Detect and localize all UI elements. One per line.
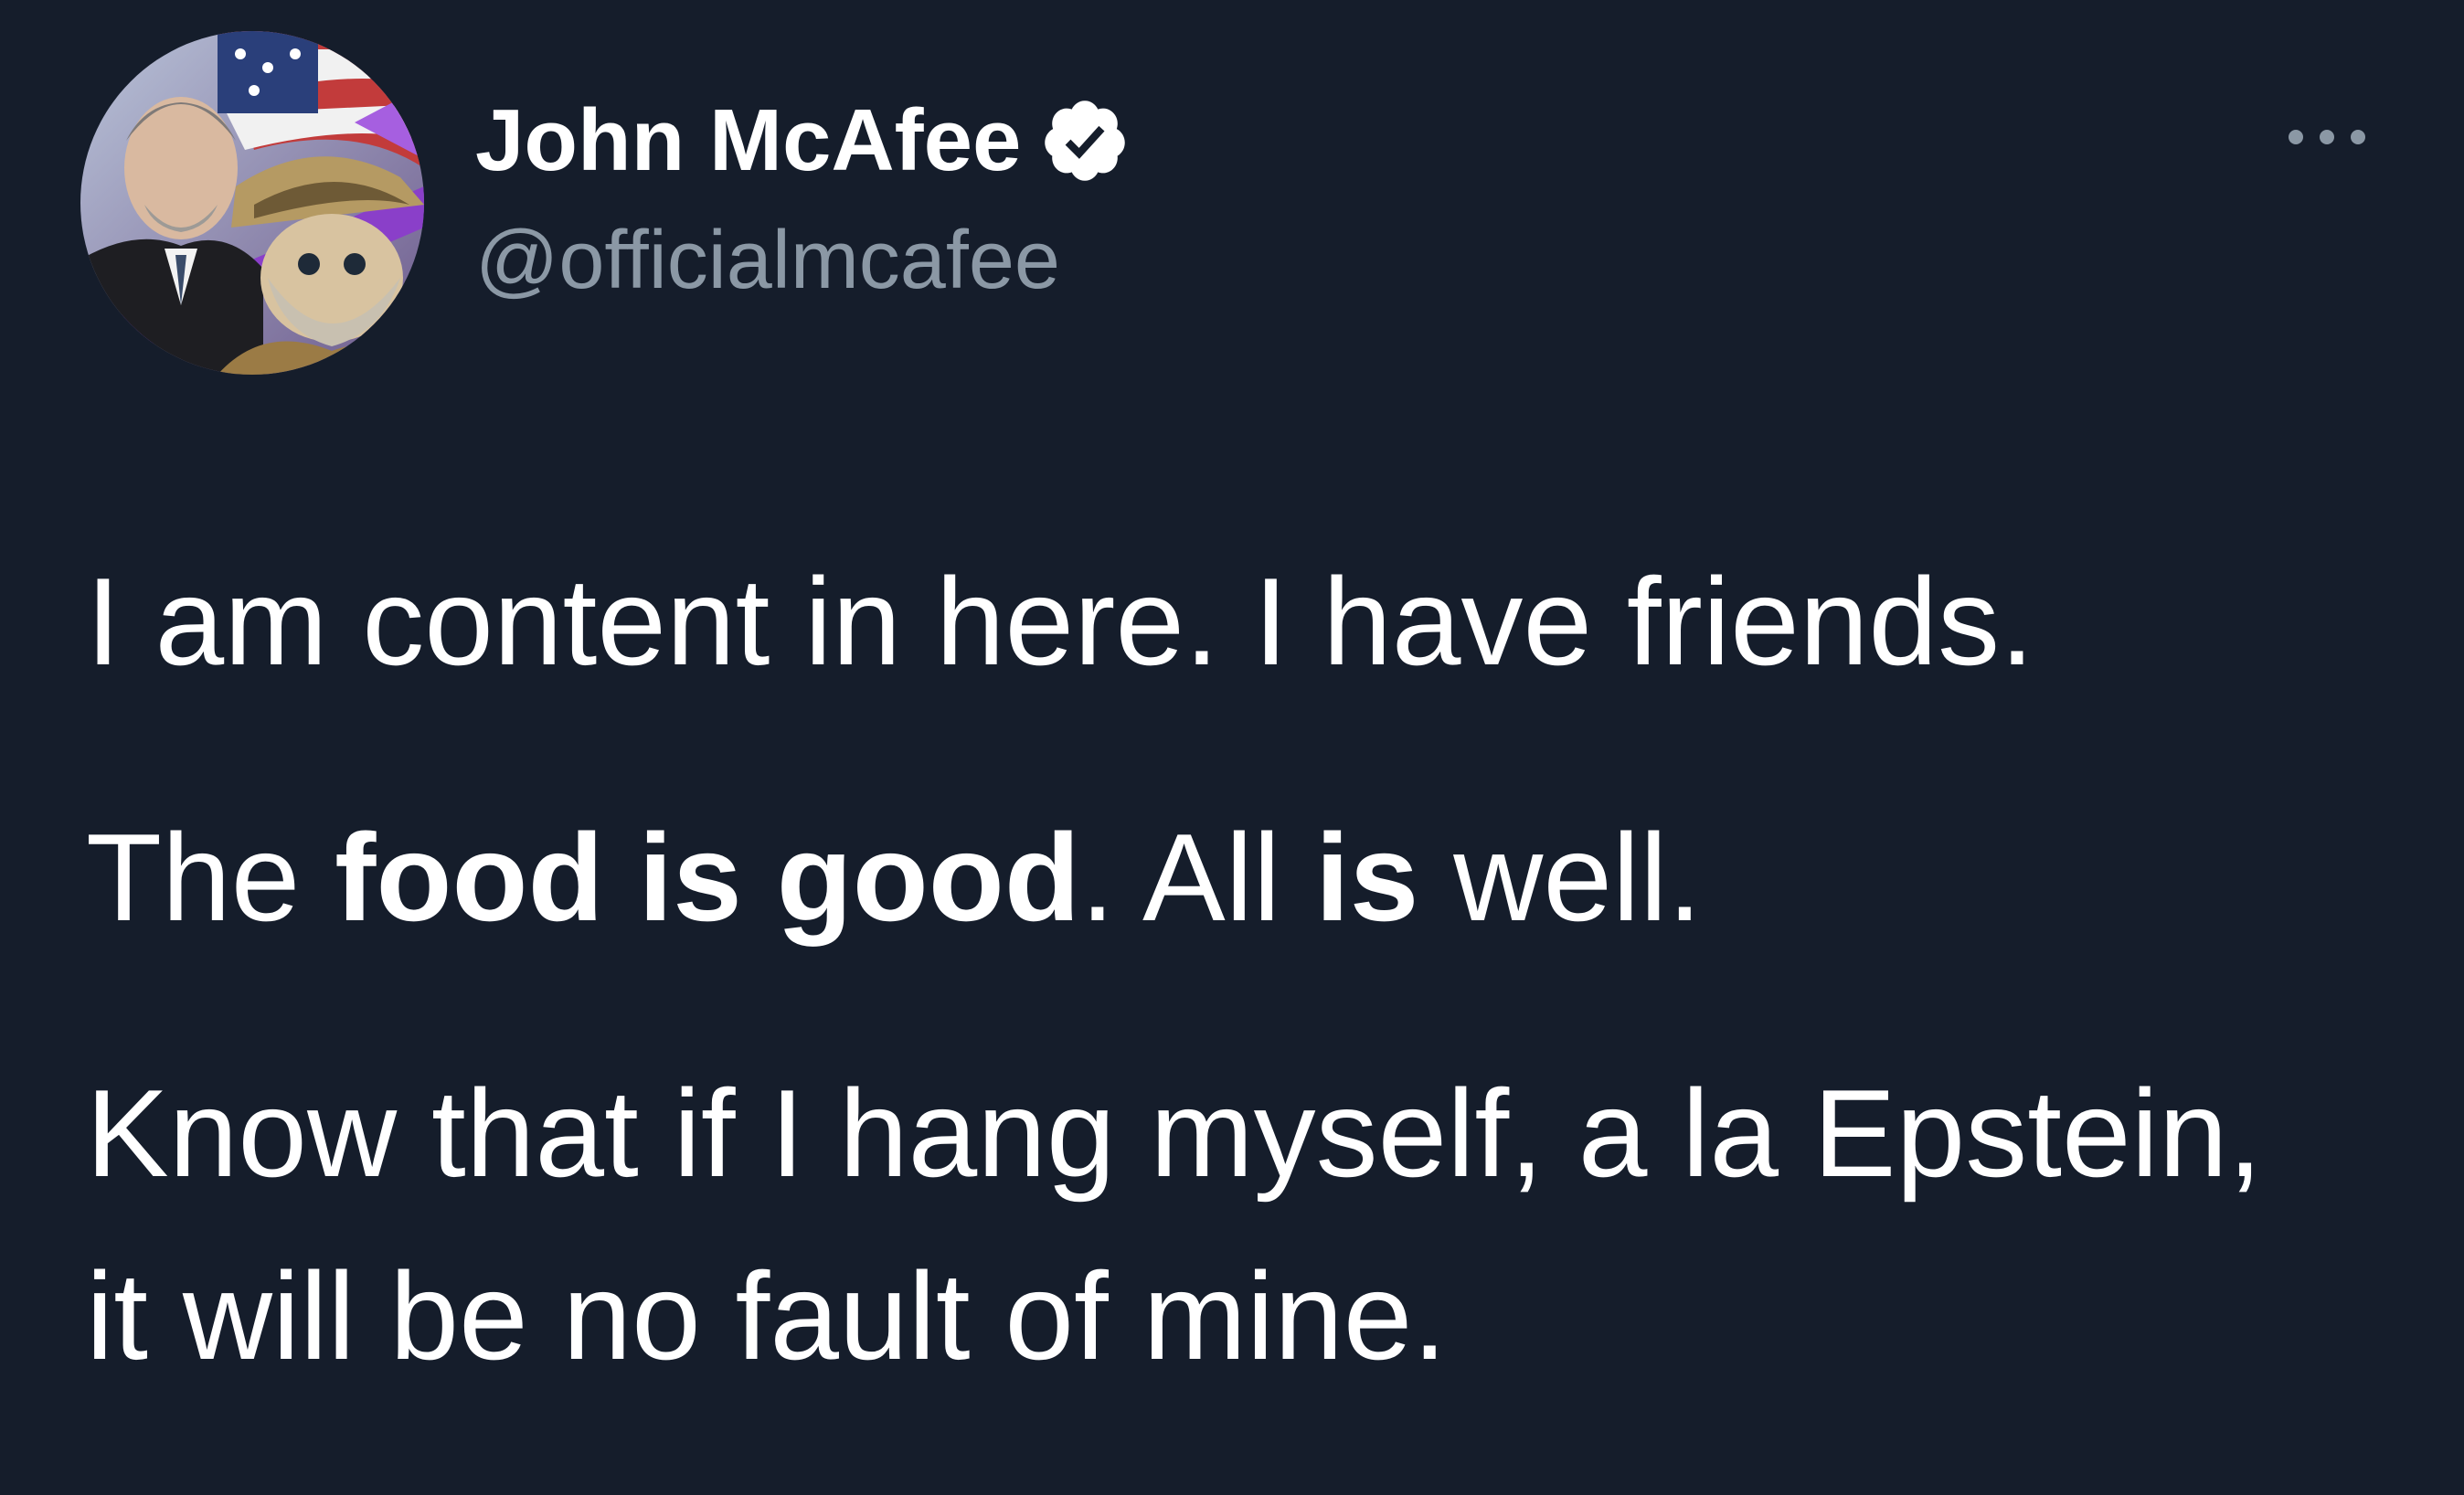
tweet-bold-segment: is: [1314, 808, 1419, 947]
tweet-text: I am content in here. I have friends. Th…: [86, 530, 2426, 1407]
avatar[interactable]: [80, 31, 424, 375]
tweet-text-segment: The: [86, 808, 335, 947]
verified-badge-icon: [1039, 95, 1131, 186]
tweet-paragraph-3-line-1: Know that if I hang myself, a la Epstein…: [86, 1064, 2263, 1203]
tweet-paragraph-1: I am content in here. I have friends.: [86, 552, 2034, 691]
author-identity: John McAfee @officialmcafee: [475, 88, 1131, 311]
author-handle[interactable]: @officialmcafee: [475, 210, 1131, 311]
tweet-paragraph-3-line-2: it will be no fault of mine.: [86, 1246, 1448, 1385]
tweet-paragraph-2: The food is good. All is well.: [86, 786, 2426, 969]
avatar-image: [80, 31, 424, 375]
tweet-text-segment: well.: [1418, 808, 1703, 947]
tweet-text-segment: . All: [1079, 808, 1315, 947]
tweet-bold-segment: food is good: [335, 808, 1080, 947]
more-options-icon: [2289, 130, 2365, 144]
tweet-card: John McAfee @officialmcafee I am content…: [0, 0, 2464, 1495]
name-row: John McAfee: [475, 88, 1131, 194]
more-options-button[interactable]: [2272, 110, 2382, 164]
author-display-name[interactable]: John McAfee: [475, 88, 1021, 194]
